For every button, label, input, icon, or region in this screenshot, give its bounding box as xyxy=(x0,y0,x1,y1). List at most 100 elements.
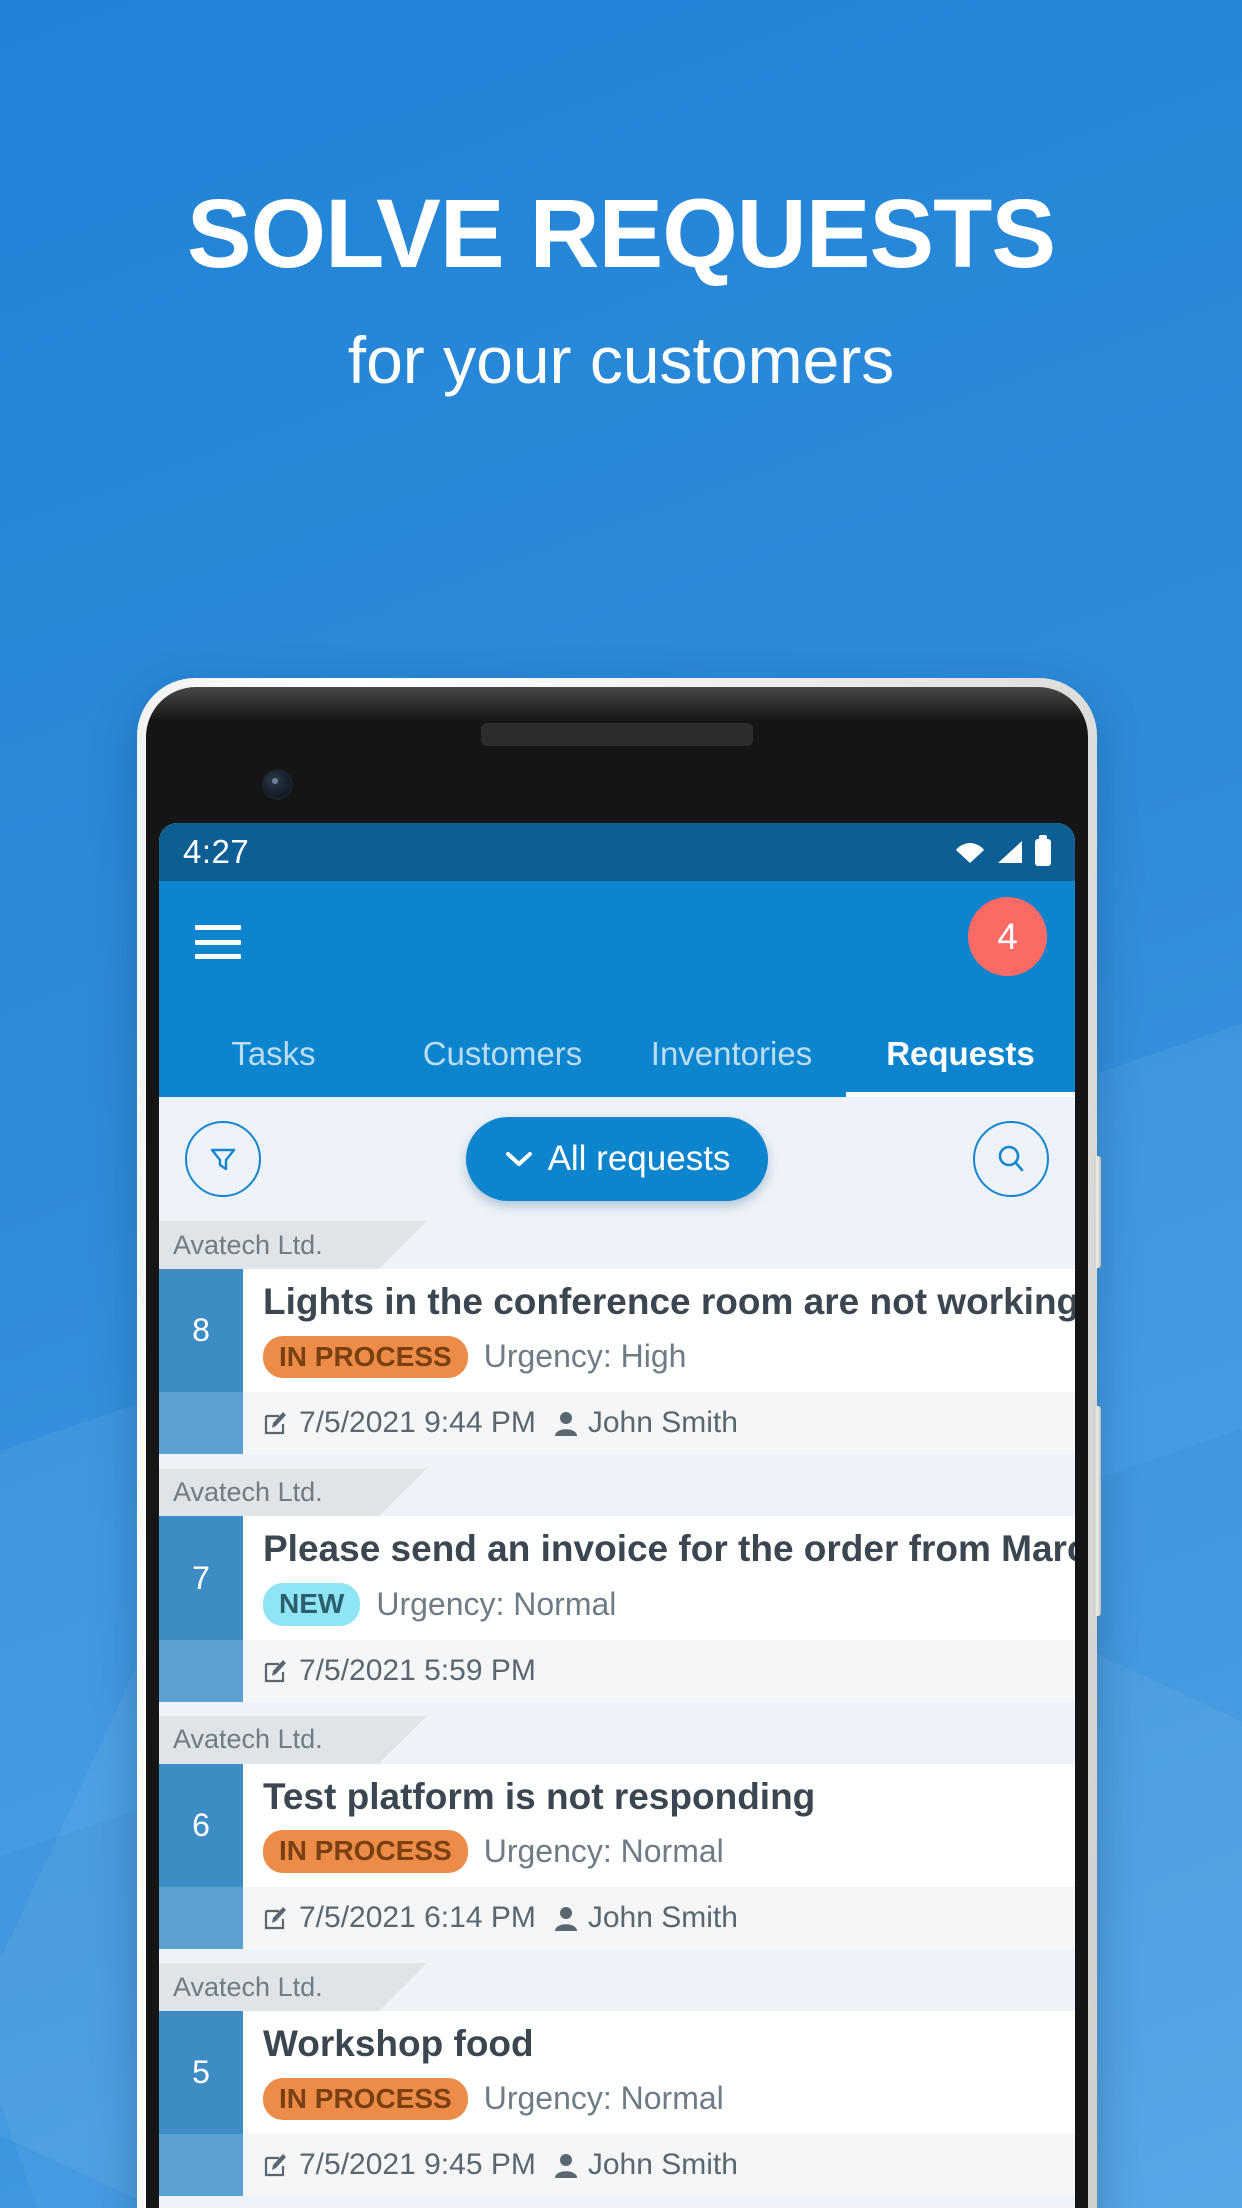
request-assignee-group: John Smith xyxy=(554,1406,738,1440)
status-badge: IN PROCESS xyxy=(263,1830,468,1874)
request-title: Please send an invoice for the order fro… xyxy=(263,1528,1075,1570)
list-item[interactable]: Avatech Ltd. 6 Test platform is not resp… xyxy=(159,1715,1075,1950)
company-tag: Avatech Ltd. xyxy=(159,1221,1075,1269)
promo-text-block: SOLVE REQUESTS for your customers xyxy=(0,185,1242,395)
company-tag: Avatech Ltd. xyxy=(159,1468,1075,1517)
wifi-icon xyxy=(955,840,985,864)
status-time: 4:27 xyxy=(183,833,250,870)
person-icon xyxy=(554,2152,578,2179)
request-date-group: 7/5/2021 9:45 PM xyxy=(263,2148,536,2182)
company-tag: Avatech Ltd. xyxy=(159,1963,1075,2012)
request-assignee-group: John Smith xyxy=(554,2148,738,2182)
status-icons xyxy=(955,834,1051,866)
request-content: Please send an invoice for the order fro… xyxy=(243,1516,1075,1639)
request-body[interactable]: 5 Workshop food IN PROCESS Urgency: Norm… xyxy=(159,2011,1075,2135)
app-screen: 4:27 4 Tasks Customers Inventories Reque… xyxy=(159,823,1075,2208)
company-name: Avatech Ltd. xyxy=(173,1971,323,2002)
phone-bezel: 4:27 4 Tasks Customers Inventories Reque… xyxy=(146,687,1088,2208)
request-number: 6 xyxy=(159,1763,243,1888)
request-footer: 7/5/2021 5:59 PM xyxy=(159,1639,1075,1702)
funnel-filter-icon xyxy=(206,1142,240,1176)
volume-button[interactable] xyxy=(1094,1406,1101,1616)
request-date: 7/5/2021 9:44 PM xyxy=(299,1406,536,1440)
request-meta: IN PROCESS Urgency: Normal xyxy=(263,1830,1075,1874)
promo-subheadline: for your customers xyxy=(347,323,895,397)
request-assignee: John Smith xyxy=(587,1901,738,1935)
urgency-label: Urgency: Normal xyxy=(483,2080,724,2117)
request-footer-content: 7/5/2021 6:14 PM John Smith xyxy=(243,1901,1075,1935)
request-date: 7/5/2021 6:14 PM xyxy=(299,1901,536,1935)
edit-icon xyxy=(263,1658,289,1684)
request-date-group: 7/5/2021 9:44 PM xyxy=(263,1406,536,1440)
request-footer-content: 7/5/2021 9:44 PM John Smith xyxy=(243,1406,1075,1440)
edit-icon xyxy=(263,1905,289,1931)
urgency-label: Urgency: Normal xyxy=(483,1833,724,1870)
tab-bar: Tasks Customers Inventories Requests xyxy=(159,1017,1075,1097)
number-column-footer xyxy=(159,2134,243,2197)
request-assignee: John Smith xyxy=(587,1406,738,1440)
request-assignee-group: John Smith xyxy=(554,1901,738,1935)
request-content: Workshop food IN PROCESS Urgency: Normal xyxy=(243,2011,1075,2134)
urgency-label: Urgency: Normal xyxy=(376,1585,617,1622)
request-meta: IN PROCESS Urgency: High xyxy=(263,1335,1075,1379)
notification-badge[interactable]: 4 xyxy=(968,897,1047,976)
request-footer: 7/5/2021 6:14 PM John Smith xyxy=(159,1887,1075,1950)
request-body[interactable]: 8 Lights in the conference room are not … xyxy=(159,1269,1075,1393)
list-item[interactable]: Avatech Ltd. 5 Workshop food IN PROCESS … xyxy=(159,1963,1075,2197)
phone-mockup: 4:27 4 Tasks Customers Inventories Reque… xyxy=(137,678,1101,2208)
battery-icon xyxy=(1035,834,1051,866)
company-name: Avatech Ltd. xyxy=(173,1724,323,1755)
request-date-group: 7/5/2021 6:14 PM xyxy=(263,1901,536,1935)
power-button[interactable] xyxy=(1094,1156,1101,1268)
search-button[interactable] xyxy=(973,1121,1049,1197)
status-badge: NEW xyxy=(263,1582,361,1626)
filter-button[interactable] xyxy=(185,1121,261,1197)
hamburger-menu-icon[interactable] xyxy=(195,925,241,959)
earpiece-speaker xyxy=(481,723,753,746)
person-icon xyxy=(554,1905,578,1932)
urgency-label: Urgency: High xyxy=(483,1338,687,1375)
request-footer: 7/5/2021 9:44 PM John Smith xyxy=(159,1392,1075,1455)
company-tag: Avatech Ltd. xyxy=(159,1715,1075,1764)
request-title: Workshop food xyxy=(263,2023,534,2065)
request-title: Test platform is not responding xyxy=(263,1775,816,1817)
request-meta: NEW Urgency: Normal xyxy=(263,1582,1075,1626)
search-icon xyxy=(994,1142,1028,1176)
request-date: 7/5/2021 9:45 PM xyxy=(299,2148,536,2182)
number-column-footer xyxy=(159,1887,243,1950)
status-bar: 4:27 xyxy=(159,823,1075,881)
request-assignee: John Smith xyxy=(587,2148,738,2182)
request-footer: 7/5/2021 9:45 PM John Smith xyxy=(159,2134,1075,2197)
request-meta: IN PROCESS Urgency: Normal xyxy=(263,2077,1075,2121)
list-item[interactable]: Avatech Ltd. 8 Lights in the conference … xyxy=(159,1221,1075,1455)
request-number: 5 xyxy=(159,2011,243,2135)
number-column-footer xyxy=(159,1639,243,1702)
filter-bar: All requests xyxy=(159,1097,1075,1221)
front-camera-icon xyxy=(264,771,291,798)
request-footer-content: 7/5/2021 5:59 PM xyxy=(243,1654,1075,1688)
request-date-group: 7/5/2021 5:59 PM xyxy=(263,1654,536,1688)
request-body[interactable]: 6 Test platform is not responding IN PRO… xyxy=(159,1763,1075,1888)
status-badge: IN PROCESS xyxy=(263,1335,468,1379)
request-content: Test platform is not responding IN PROCE… xyxy=(243,1764,1075,1887)
tab-customers[interactable]: Customers xyxy=(388,1035,617,1097)
list-item[interactable]: Avatech Ltd. 7 Please send an invoice fo… xyxy=(159,1468,1075,1702)
company-name: Avatech Ltd. xyxy=(173,1229,323,1260)
request-footer-content: 7/5/2021 9:45 PM John Smith xyxy=(243,2148,1075,2182)
status-badge: IN PROCESS xyxy=(263,2077,468,2121)
tab-inventories[interactable]: Inventories xyxy=(617,1035,846,1097)
request-title: Lights in the conference room are not wo… xyxy=(263,1281,1075,1322)
request-date: 7/5/2021 5:59 PM xyxy=(299,1653,536,1687)
request-list: Avatech Ltd. 8 Lights in the conference … xyxy=(159,1221,1075,2197)
tab-requests[interactable]: Requests xyxy=(846,1035,1075,1097)
person-icon xyxy=(554,1410,578,1437)
tab-tasks[interactable]: Tasks xyxy=(159,1035,388,1097)
request-number: 8 xyxy=(159,1269,243,1393)
request-body[interactable]: 7 Please send an invoice for the order f… xyxy=(159,1516,1075,1640)
request-number: 7 xyxy=(159,1516,243,1640)
number-column-footer xyxy=(159,1392,243,1455)
request-filter-dropdown[interactable]: All requests xyxy=(465,1117,769,1201)
chevron-down-icon xyxy=(504,1149,534,1169)
promo-headline: SOLVE REQUESTS xyxy=(186,179,1056,288)
app-bar: 4 Tasks Customers Inventories Requests xyxy=(159,881,1075,1097)
